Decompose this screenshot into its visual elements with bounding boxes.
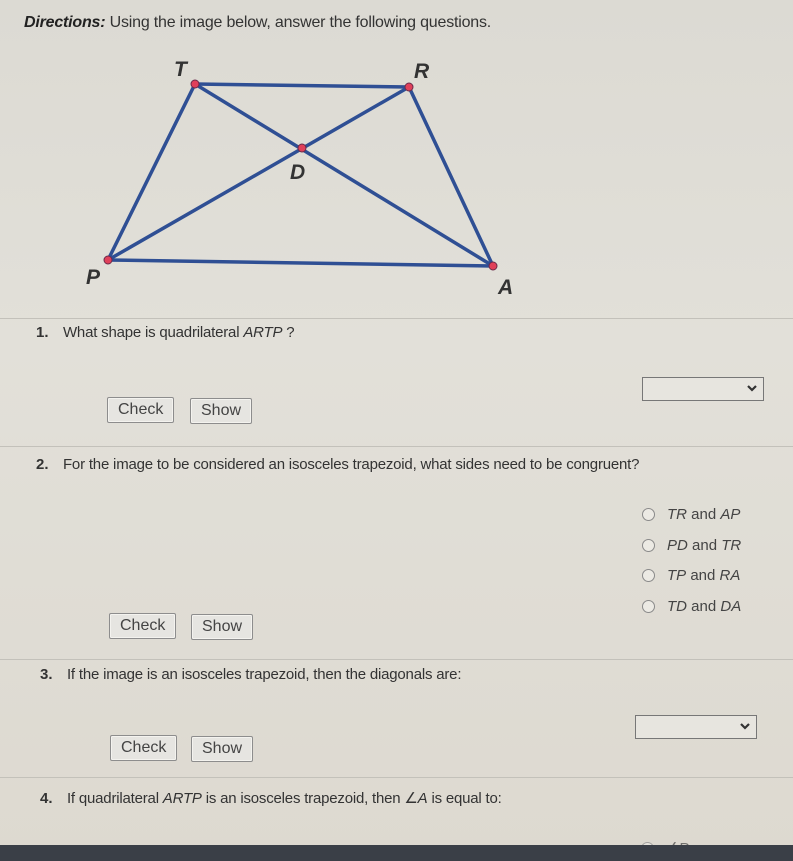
label-A: A [497, 276, 513, 299]
question-number: 3. [40, 666, 53, 683]
question-text: What shape is quadrilateral ARTP ? [62, 324, 295, 341]
label-D: D [290, 161, 305, 184]
option-label: TR and AP [667, 505, 741, 523]
directions-label: Directions: [24, 14, 106, 31]
q3-show-button[interactable]: Show [191, 736, 254, 762]
directions-body: Using the image below, answer the follow… [105, 14, 492, 31]
point-A [488, 261, 498, 271]
directions-text: Directions: Using the image below, answe… [24, 14, 491, 32]
diagonal-TA [193, 82, 495, 268]
point-P [103, 255, 113, 265]
segment-PA [106, 258, 495, 268]
question-2: 2. For the image to be considered an iso… [36, 456, 639, 474]
radio-button[interactable] [642, 507, 655, 521]
q1-show-button[interactable]: Show [190, 398, 253, 424]
point-R [404, 82, 414, 92]
radio-button[interactable] [642, 538, 655, 552]
question-number: 1. [36, 324, 49, 341]
q2-show-button[interactable]: Show [191, 614, 254, 640]
bottom-bar [0, 845, 793, 861]
diagonal-PR [106, 85, 411, 262]
q2-check-button[interactable]: Check [109, 613, 177, 639]
q2-option-3[interactable]: TP and RA [642, 565, 740, 585]
angle-symbol: ∠ [404, 790, 418, 807]
label-R: R [414, 60, 430, 83]
question-3: 3. If the image is an isosceles trapezoi… [40, 666, 461, 684]
q1-check-button[interactable]: Check [107, 397, 175, 423]
question-4: 4. If quadrilateral ARTP is an isosceles… [40, 789, 502, 808]
q2-option-4[interactable]: TD and DA [642, 596, 741, 616]
trapezoid-figure: T R D P A [86, 58, 513, 299]
option-label: TP and RA [667, 566, 741, 584]
chevron-down-icon [747, 385, 757, 392]
question-text: If the image is an isosceles trapezoid, … [66, 666, 462, 683]
label-P: P [86, 266, 101, 289]
radio-button[interactable] [642, 599, 655, 613]
q3-answer-dropdown[interactable] [635, 715, 757, 739]
q2-option-2[interactable]: PD and TR [642, 535, 741, 555]
question-1: 1. What shape is quadrilateral ARTP ? [36, 324, 295, 342]
option-label: TD and DA [667, 597, 742, 615]
question-number: 4. [40, 790, 53, 807]
point-D [297, 143, 307, 153]
chevron-down-icon [740, 723, 750, 730]
question-text: For the image to be considered an isosce… [62, 456, 640, 473]
option-label: PD and TR [667, 536, 742, 554]
q3-check-button[interactable]: Check [110, 735, 178, 761]
divider [0, 659, 793, 660]
divider [0, 446, 793, 447]
label-T: T [174, 58, 189, 81]
question-text: If quadrilateral ARTP is an isosceles tr… [66, 790, 502, 807]
radio-button[interactable] [642, 568, 655, 582]
q2-option-1[interactable]: TR and AP [642, 504, 740, 524]
q1-answer-dropdown[interactable] [642, 377, 764, 401]
divider [0, 318, 793, 319]
divider [0, 777, 793, 778]
segment-TR [193, 82, 411, 89]
point-T [190, 79, 200, 89]
question-number: 2. [36, 456, 49, 473]
